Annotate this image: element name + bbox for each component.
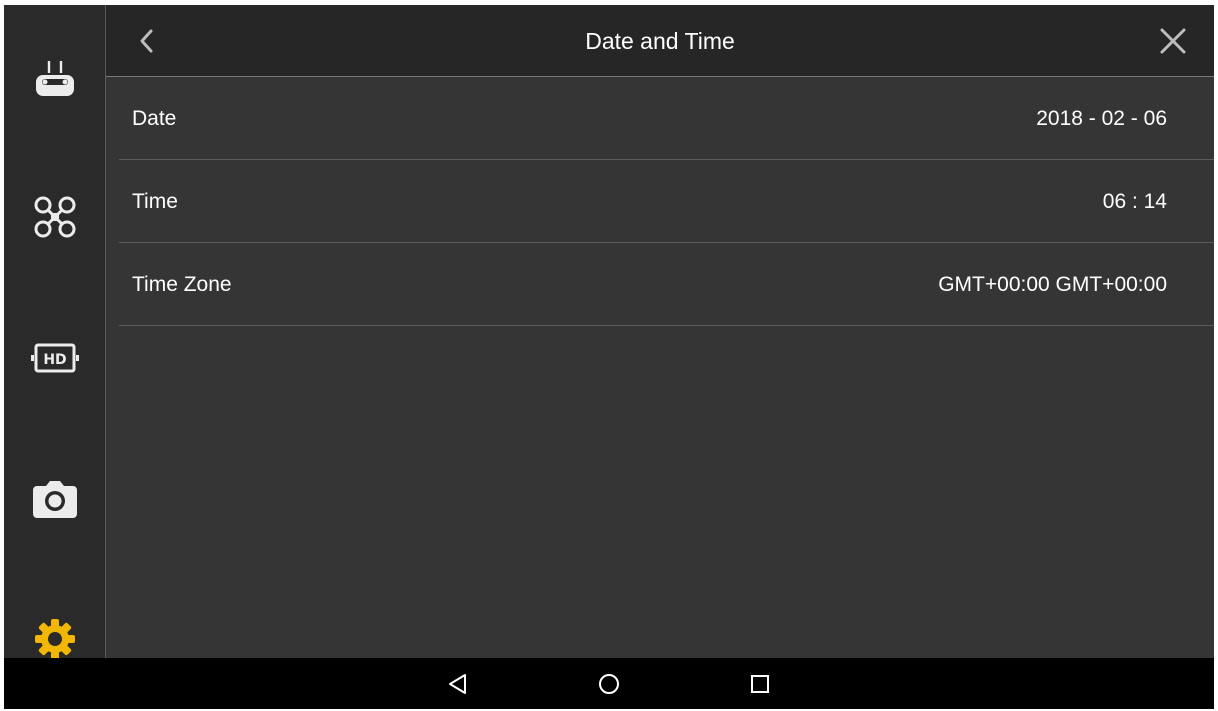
sidebar: HD — [4, 5, 106, 659]
time-row[interactable]: Time 06 : 14 — [119, 160, 1214, 243]
date-value: 2018 - 02 - 06 — [1036, 107, 1167, 130]
square-recents-icon — [751, 675, 769, 693]
triangle-back-icon — [449, 674, 466, 694]
gear-icon — [34, 619, 75, 659]
nav-home-button[interactable] — [593, 668, 625, 700]
time-zone-value: GMT+00:00 GMT+00:00 — [938, 273, 1167, 296]
chevron-left-icon — [140, 29, 153, 53]
time-label: Time — [132, 190, 178, 213]
header-bar: Date and Time — [106, 5, 1214, 77]
time-zone-row[interactable]: Time Zone GMT+00:00 GMT+00:00 — [119, 243, 1214, 326]
time-zone-label: Time Zone — [132, 273, 232, 296]
drone-icon — [34, 196, 75, 238]
sidebar-item-camera[interactable] — [4, 460, 105, 540]
page-title: Date and Time — [585, 28, 735, 54]
svg-text:HD: HD — [43, 352, 66, 368]
date-label: Date — [132, 107, 177, 130]
nav-recents-button[interactable] — [744, 668, 776, 700]
app-screen: HD Date and Time Date 2018 - 02 - 06 Tim… — [4, 5, 1214, 709]
remote-controller-icon — [35, 61, 74, 96]
android-navigation-bar — [4, 658, 1214, 709]
sidebar-item-hd-transmission[interactable]: HD — [4, 318, 105, 398]
close-button[interactable] — [1156, 24, 1190, 58]
sidebar-item-remote-controller[interactable] — [4, 40, 105, 120]
close-icon — [1160, 28, 1186, 54]
time-value: 06 : 14 — [1102, 190, 1167, 213]
circle-home-icon — [599, 674, 619, 694]
back-button[interactable] — [132, 23, 162, 59]
sidebar-item-aircraft[interactable] — [4, 177, 105, 257]
nav-back-button[interactable] — [442, 668, 474, 700]
date-row[interactable]: Date 2018 - 02 - 06 — [119, 77, 1214, 160]
camera-icon — [32, 481, 77, 518]
hd-icon: HD — [30, 343, 79, 373]
settings-list: Date 2018 - 02 - 06 Time 06 : 14 Time Zo… — [119, 77, 1214, 326]
settings-panel: Date and Time Date 2018 - 02 - 06 Time 0… — [106, 5, 1214, 658]
